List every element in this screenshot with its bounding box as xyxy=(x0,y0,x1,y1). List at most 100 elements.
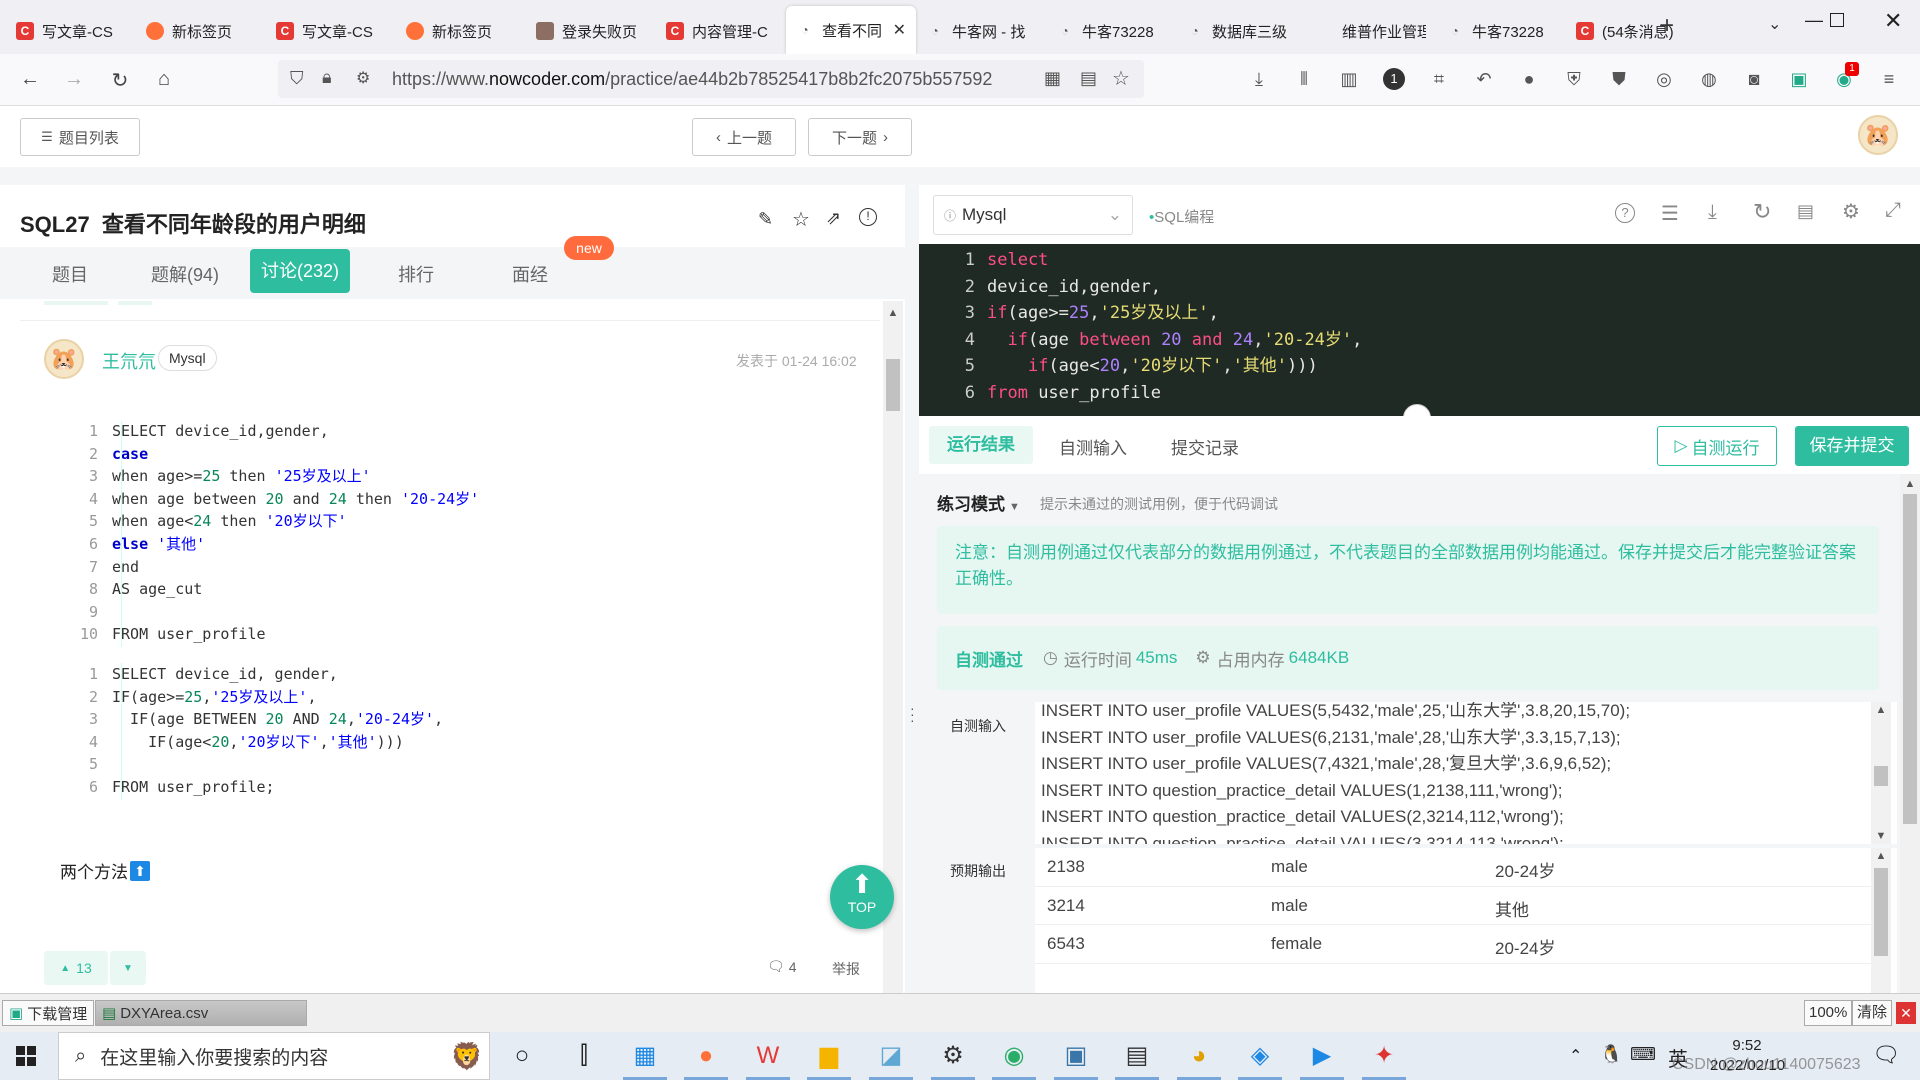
editor-line[interactable]: 1 select xyxy=(945,247,1362,274)
list-format-icon[interactable]: ☰ xyxy=(1661,201,1679,226)
browser-tab[interactable]: ◔ 牛客网 - 找 xyxy=(916,8,1046,54)
firefox-taskbar-icon[interactable]: ● xyxy=(690,1040,722,1072)
sidebar-icon[interactable]: ▥ xyxy=(1338,68,1360,90)
tab-list-chevron-icon[interactable]: ⌄ xyxy=(1768,14,1781,34)
info-icon[interactable]: ! xyxy=(859,208,877,226)
notification-center-icon[interactable]: 🗨︎ xyxy=(1872,1042,1900,1068)
notes-icon[interactable]: ◪ xyxy=(875,1040,907,1072)
input-scroll-up-icon[interactable]: ▲ xyxy=(1871,704,1891,716)
extension-circle-icon[interactable]: ◎ xyxy=(1653,68,1675,90)
download-icon[interactable]: ⤓ xyxy=(1248,68,1270,90)
url-bar[interactable]: ⛉ 🔒︎ ⚙ https://www.nowcoder.com/practice… xyxy=(278,60,1144,98)
tab-interview[interactable]: 面经 xyxy=(512,261,548,287)
tray-app-icon[interactable]: 🐧 xyxy=(1600,1044,1622,1065)
editor-line[interactable]: 5 if(age<20,'20岁以下','其他'))) xyxy=(945,353,1362,380)
rabbit-icon[interactable]: ◕ xyxy=(1183,1040,1215,1072)
reader-view-icon[interactable]: ▤ xyxy=(1080,68,1097,89)
author-name[interactable]: 王氘氘 xyxy=(102,348,156,374)
browser-tab[interactable]: ◔ 数据库三级 xyxy=(1176,8,1306,54)
browser-tab[interactable]: ◔ 牛客73228 xyxy=(1046,8,1176,54)
reload-icon[interactable]: ↻ xyxy=(108,68,132,93)
input-scroll-thumb[interactable] xyxy=(1874,766,1888,786)
browser-tab[interactable]: C 内容管理-C xyxy=(656,8,786,54)
report-link[interactable]: 举报 xyxy=(832,959,860,979)
expected-scroll-thumb[interactable] xyxy=(1874,868,1888,956)
close-tab-icon[interactable]: ✕ xyxy=(893,20,906,40)
zoom-level[interactable]: 100% xyxy=(1804,1000,1853,1026)
scroll-thumb[interactable] xyxy=(886,359,900,411)
browser-tab[interactable]: 新标签页 xyxy=(396,8,526,54)
maximize-button[interactable] xyxy=(1830,13,1844,27)
taskbar-search-box[interactable]: ⌕ 在这里输入你要搜索的内容 🦁 xyxy=(58,1032,490,1080)
browser-tab[interactable]: ◔ 查看不同 ✕ xyxy=(786,6,916,54)
edit-icon[interactable]: ✎ xyxy=(758,209,773,230)
browser-tab[interactable]: 新标签页 xyxy=(136,8,266,54)
next-problem-button[interactable]: 下一题 › xyxy=(808,118,912,156)
clear-button[interactable]: 清除 xyxy=(1852,1000,1893,1026)
code-editor[interactable]: 1 select 2 device_id,gender, 3 if(age>=25,'25… xyxy=(919,244,1920,416)
save-submit-button[interactable]: 保存并提交 xyxy=(1795,426,1909,466)
favorite-star-icon[interactable]: ☆ xyxy=(792,207,810,232)
browser-tab[interactable]: 维普作业管理系 xyxy=(1306,8,1436,54)
problem-list-button[interactable]: ☰ 题目列表 xyxy=(20,118,140,156)
input-box[interactable]: INSERT INTO user_profile VALUES(5,5432,'… xyxy=(1035,702,1897,844)
extension-shield2-icon[interactable]: ⛊ xyxy=(1608,68,1630,90)
extension-globe-icon[interactable]: ◍ xyxy=(1698,68,1720,90)
minimize-button[interactable]: — xyxy=(1805,10,1823,31)
show-hidden-icons[interactable]: ⌃ xyxy=(1569,1046,1582,1066)
keyboard-icon[interactable]: ⌨ xyxy=(1630,1044,1656,1065)
help-icon[interactable]: ? xyxy=(1615,203,1635,223)
author-avatar[interactable]: 🐹 xyxy=(44,339,84,379)
result-scrollbar[interactable]: ▲ xyxy=(1900,474,1920,993)
practice-mode-select[interactable]: 练习模式 ▼ xyxy=(937,490,1020,515)
result-scroll-thumb[interactable] xyxy=(1903,494,1917,824)
windows-start-icon[interactable] xyxy=(16,1046,36,1066)
tab-discussion[interactable]: 讨论(232) xyxy=(250,249,350,293)
language-select[interactable]: ⓘ Mysql ⌄ xyxy=(933,195,1133,235)
extension-balls-icon[interactable]: ● xyxy=(1518,68,1540,90)
back-to-top-button[interactable]: ⬆ TOP xyxy=(830,865,894,929)
extension-green-icon[interactable]: ▣ xyxy=(1788,68,1810,90)
input-scroll-down-icon[interactable]: ▼ xyxy=(1871,830,1891,842)
fullscreen-icon[interactable]: ⤢ xyxy=(1885,199,1901,222)
editor-line[interactable]: 6 from user_profile xyxy=(945,380,1362,407)
browser-tab[interactable]: ◔ 牛客73228 xyxy=(1436,8,1566,54)
share-icon[interactable]: ⇗ xyxy=(826,208,841,229)
expected-scroll-up-icon[interactable]: ▲ xyxy=(1871,850,1891,862)
run-test-button[interactable]: ▷ 自测运行 xyxy=(1657,426,1777,466)
browser-tab[interactable]: C (54条消息) xyxy=(1566,8,1696,54)
menu-icon[interactable]: ≡ xyxy=(1878,68,1900,90)
upvote-button[interactable]: ▲ 13 xyxy=(44,951,108,985)
vscode-icon[interactable]: ◈ xyxy=(1244,1040,1276,1072)
tab-test-input[interactable]: 自测输入 xyxy=(1059,434,1127,459)
bookmark-star-icon[interactable]: ☆ xyxy=(1112,66,1130,91)
editor-line[interactable]: 4 if(age between 20 and 24,'20-24岁', xyxy=(945,327,1363,354)
downvote-button[interactable]: ▼ xyxy=(110,951,146,985)
close-download-bar-icon[interactable]: ✕ xyxy=(1896,1002,1916,1024)
qr-code-icon[interactable]: ▦ xyxy=(1044,68,1061,89)
timeline-icon[interactable]: ⫿ xyxy=(568,1040,600,1072)
permissions-icon[interactable]: ⚙ xyxy=(356,68,370,88)
home-icon[interactable]: ⌂ xyxy=(152,68,176,91)
paint-icon[interactable]: ✦ xyxy=(1368,1040,1400,1072)
tab-ranking[interactable]: 排行 xyxy=(398,261,434,287)
task-view-icon[interactable]: ○ xyxy=(506,1040,538,1072)
result-scroll-up-icon[interactable]: ▲ xyxy=(1900,478,1920,490)
terminal-icon[interactable]: ▤ xyxy=(1121,1040,1153,1072)
tab-submit-history[interactable]: 提交记录 xyxy=(1171,434,1239,459)
crop-icon[interactable]: ⌗ xyxy=(1428,68,1450,90)
tab-solutions[interactable]: 题解(94) xyxy=(151,261,219,287)
download-code-icon[interactable]: ⤓ xyxy=(1708,201,1717,224)
extension-mask-icon[interactable]: ◙ xyxy=(1743,68,1765,90)
expected-scrollbar[interactable]: ▲ xyxy=(1871,848,1891,993)
editor-line[interactable]: 2 device_id,gender, xyxy=(945,274,1362,301)
tab-problem[interactable]: 题目 xyxy=(52,261,88,287)
editor-line[interactable]: 3 if(age>=25,'25岁及以上', xyxy=(945,300,1362,327)
input-scrollbar[interactable]: ▲ ▼ xyxy=(1871,702,1891,844)
calendar-icon[interactable]: ▤ xyxy=(1797,201,1814,222)
browser-tab[interactable]: C 写文章-CS xyxy=(266,8,396,54)
undo-icon[interactable]: ↶ xyxy=(1473,68,1495,90)
explorer-icon[interactable]: ▆ xyxy=(813,1040,845,1072)
user-avatar[interactable]: 🐹 xyxy=(1858,115,1898,155)
back-arrow-icon[interactable]: ← xyxy=(18,68,42,91)
